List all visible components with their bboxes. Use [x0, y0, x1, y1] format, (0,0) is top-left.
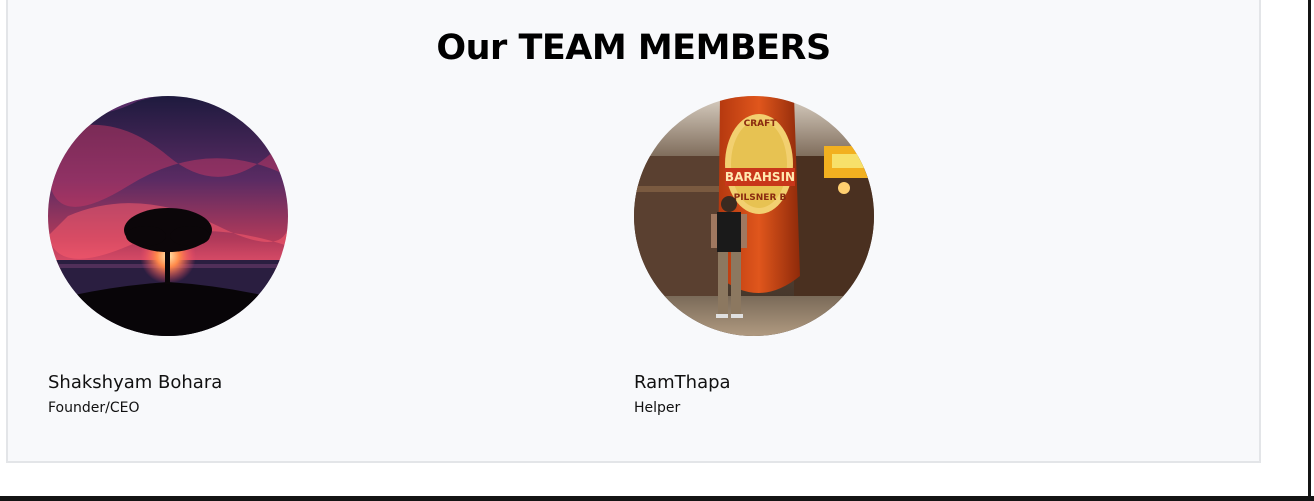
window-border — [1308, 0, 1311, 497]
label-sub: PILSNER B — [734, 193, 787, 203]
label-brand: BARAHSIN — [725, 170, 795, 184]
team-member-card: CRAFT BARAHSIN PILSNER B RamThapa Helper — [634, 96, 934, 416]
member-name: Shakshyam Bohara — [48, 372, 223, 393]
member-photo: CRAFT BARAHSIN PILSNER B — [634, 96, 874, 336]
member-name: RamThapa — [634, 372, 731, 393]
sunset-tree-photo — [48, 96, 288, 336]
label-craft: CRAFT — [744, 119, 778, 129]
person-with-beer-bottle-photo: CRAFT BARAHSIN PILSNER B — [634, 96, 874, 336]
section-title: Our TEAM MEMBERS — [436, 28, 831, 68]
bottom-border — [0, 496, 1314, 501]
member-role: Founder/CEO — [48, 400, 140, 416]
member-role: Helper — [634, 400, 681, 416]
team-member-card: Shakshyam Bohara Founder/CEO — [48, 96, 348, 416]
member-photo — [48, 96, 288, 336]
window-edge — [1296, 0, 1314, 501]
